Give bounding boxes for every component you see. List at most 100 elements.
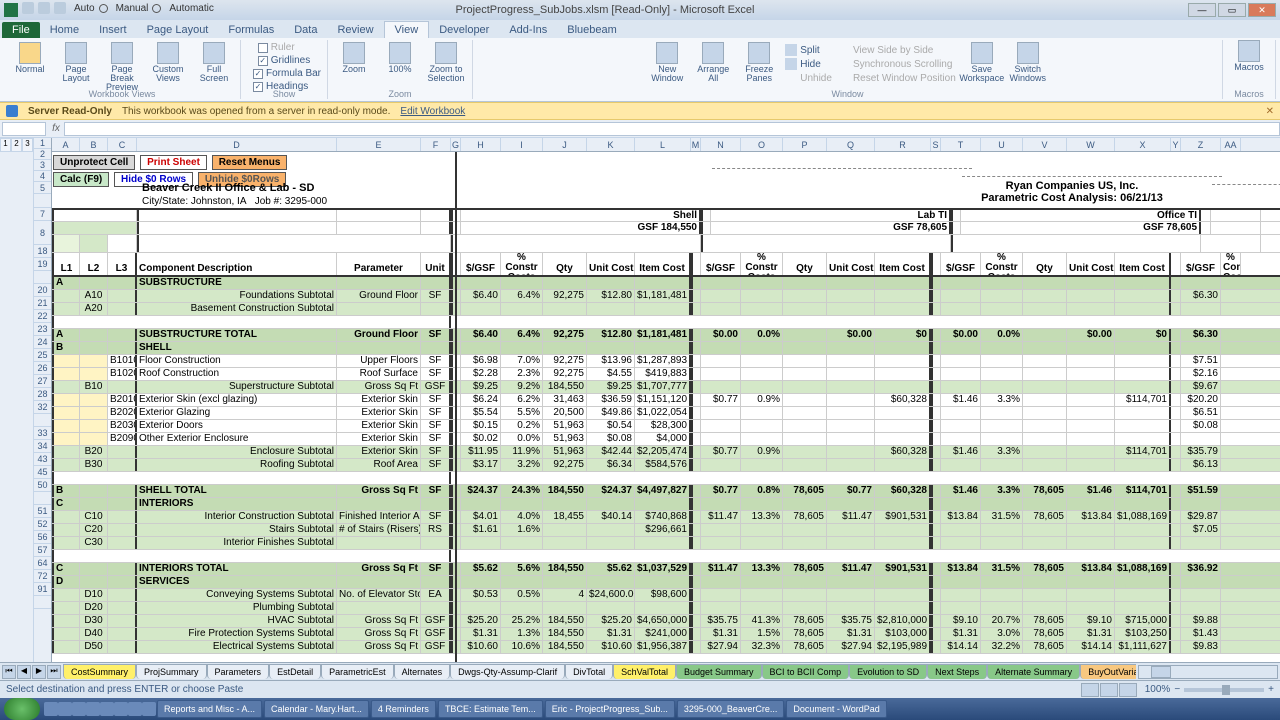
cell[interactable]: A10: [80, 290, 108, 302]
cell[interactable]: [691, 485, 701, 497]
cell[interactable]: [421, 537, 451, 549]
cell[interactable]: [691, 576, 701, 588]
worksheet-tab[interactable]: EstDetail: [269, 664, 321, 679]
cell[interactable]: $60,328: [875, 446, 931, 458]
worksheet-tab[interactable]: CostSummary: [63, 664, 136, 679]
cell[interactable]: B: [52, 342, 80, 354]
cell[interactable]: [1181, 433, 1221, 445]
cell[interactable]: [1115, 368, 1171, 380]
sync-scroll-button[interactable]: Synchronous Scrolling: [838, 58, 956, 70]
page-break-button[interactable]: Page Break Preview: [102, 42, 142, 92]
cell[interactable]: Roof Surface: [337, 368, 421, 380]
cell[interactable]: $5.62: [461, 563, 501, 575]
cell[interactable]: 78,605: [783, 511, 827, 523]
cell[interactable]: [1067, 394, 1115, 406]
zoom-in-button[interactable]: +: [1268, 684, 1274, 695]
row-header[interactable]: 32: [34, 401, 51, 414]
cell[interactable]: [108, 277, 137, 289]
cell[interactable]: [52, 537, 80, 549]
col-header[interactable]: I: [501, 138, 543, 151]
cell[interactable]: [783, 602, 827, 614]
cell[interactable]: [931, 485, 941, 497]
cell[interactable]: [931, 342, 941, 354]
col-header[interactable]: F: [421, 138, 451, 151]
cell[interactable]: $1,037,529: [635, 563, 691, 575]
cell[interactable]: [691, 277, 701, 289]
cell[interactable]: [1171, 446, 1181, 458]
h-scrollbar[interactable]: [1138, 665, 1278, 679]
cell[interactable]: [741, 303, 783, 315]
cell[interactable]: 1.5%: [741, 628, 783, 640]
cell[interactable]: [875, 459, 931, 471]
pin-icon[interactable]: [58, 702, 72, 716]
cell[interactable]: A20: [80, 303, 108, 315]
cell[interactable]: SUBSTRUCTURE TOTAL: [137, 329, 337, 341]
cell[interactable]: B2030: [108, 420, 137, 432]
cell[interactable]: [783, 459, 827, 471]
cell[interactable]: [1023, 368, 1067, 380]
cell[interactable]: [875, 355, 931, 367]
cell[interactable]: [1181, 589, 1221, 601]
cell[interactable]: [931, 589, 941, 601]
cell[interactable]: [741, 290, 783, 302]
cell[interactable]: [1171, 368, 1181, 380]
cell[interactable]: [875, 498, 931, 510]
cell[interactable]: 6.4%: [501, 329, 543, 341]
cell[interactable]: 3.3%: [981, 446, 1023, 458]
cell[interactable]: [108, 329, 137, 341]
cell[interactable]: [80, 342, 108, 354]
cell[interactable]: [875, 589, 931, 601]
cell[interactable]: [701, 602, 741, 614]
cell[interactable]: [1115, 602, 1171, 614]
cell[interactable]: [701, 433, 741, 445]
cell[interactable]: [1171, 641, 1181, 653]
worksheet-tab[interactable]: Parameters: [207, 664, 270, 679]
cell[interactable]: $28,300: [635, 420, 691, 432]
row-header[interactable]: 5: [34, 182, 51, 194]
cell[interactable]: [941, 524, 981, 536]
cell[interactable]: SF: [421, 459, 451, 471]
cell[interactable]: $5.62: [587, 563, 635, 575]
cell[interactable]: [501, 342, 543, 354]
cell[interactable]: [1023, 329, 1067, 341]
cell[interactable]: [421, 498, 451, 510]
cell[interactable]: [827, 602, 875, 614]
formula-input[interactable]: [64, 122, 1280, 136]
cell[interactable]: SF: [421, 329, 451, 341]
cell[interactable]: [931, 459, 941, 471]
cell[interactable]: $0.77: [701, 394, 741, 406]
cell[interactable]: $1,181,481: [635, 329, 691, 341]
cell[interactable]: $0.08: [1181, 420, 1221, 432]
reset-menus-button[interactable]: Reset Menus: [212, 155, 288, 170]
cell[interactable]: Roof Construction: [137, 368, 337, 380]
outline-pane[interactable]: 123: [0, 138, 34, 678]
task-button[interactable]: 4 Reminders: [371, 700, 436, 718]
cell[interactable]: [1115, 459, 1171, 471]
cell[interactable]: [52, 355, 80, 367]
cell[interactable]: [875, 407, 931, 419]
cell[interactable]: C20: [80, 524, 108, 536]
row-header[interactable]: 3: [34, 160, 51, 171]
cell[interactable]: $740,868: [635, 511, 691, 523]
cell[interactable]: [875, 433, 931, 445]
cell[interactable]: [108, 459, 137, 471]
col-header[interactable]: D: [137, 138, 337, 151]
tab-first-button[interactable]: ⏮: [2, 665, 16, 679]
col-header[interactable]: H: [461, 138, 501, 151]
cell[interactable]: Gross Sq Ft: [337, 628, 421, 640]
cell[interactable]: [1171, 459, 1181, 471]
cell[interactable]: [783, 329, 827, 341]
cell[interactable]: [941, 498, 981, 510]
cell[interactable]: [701, 277, 741, 289]
cell[interactable]: $60,328: [875, 394, 931, 406]
cell[interactable]: [981, 355, 1023, 367]
cell[interactable]: [1171, 602, 1181, 614]
cell[interactable]: 11.9%: [501, 446, 543, 458]
cell[interactable]: Ground Floor: [337, 329, 421, 341]
cell[interactable]: [741, 342, 783, 354]
cell[interactable]: [981, 433, 1023, 445]
cell[interactable]: [691, 303, 701, 315]
cell[interactable]: Enclosure Subtotal: [137, 446, 337, 458]
cell[interactable]: [701, 407, 741, 419]
row-header[interactable]: 28: [34, 388, 51, 401]
